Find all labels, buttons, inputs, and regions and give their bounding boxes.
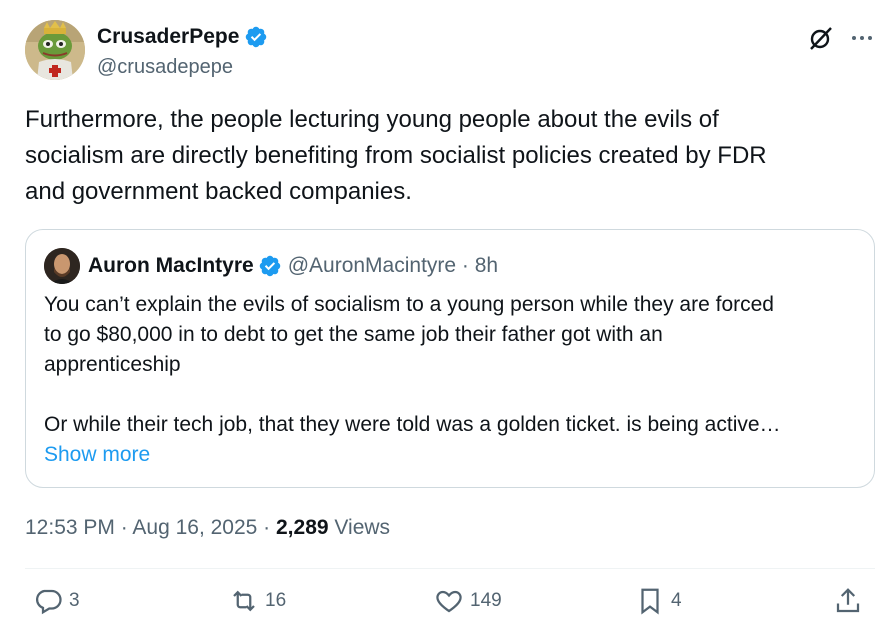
- tweet-timestamp: 12:53 PM · Aug 16, 2025 · 2,289 Views: [25, 514, 390, 542]
- quoted-text-line: Or while their tech job, that they were …: [44, 413, 781, 436]
- reply-button[interactable]: 3: [33, 586, 80, 616]
- quoted-text-line: to go $80,000 in to debt to get the same…: [44, 323, 663, 346]
- share-button[interactable]: [833, 586, 863, 616]
- quoted-tweet-card[interactable]: Auron MacIntyre @AuronMacintyre · 8h You…: [25, 229, 875, 488]
- author-avatar[interactable]: [25, 20, 85, 80]
- verified-badge-icon: [246, 26, 267, 48]
- heart-icon: [436, 590, 462, 613]
- repost-icon: [233, 590, 255, 612]
- divider: [25, 568, 875, 569]
- reply-icon: [36, 589, 62, 615]
- quoted-author-avatar[interactable]: [44, 248, 80, 284]
- tweet-header: CrusaderPepe @crusadepepe: [25, 20, 875, 82]
- tweet-text: Furthermore, the people lecturing young …: [25, 102, 875, 210]
- repost-button[interactable]: 16: [229, 586, 286, 616]
- bookmark-count: 4: [671, 590, 682, 611]
- verified-badge-icon: [259, 255, 280, 277]
- more-icon[interactable]: [849, 25, 875, 51]
- show-more-link[interactable]: Show more: [44, 440, 859, 470]
- reply-count: 3: [69, 590, 80, 611]
- tweet-text-line: and government backed companies.: [25, 178, 412, 205]
- quoted-text-line: You can’t explain the evils of socialism…: [44, 293, 774, 316]
- bookmark-icon: [641, 588, 659, 615]
- quoted-tweet-text: You can’t explain the evils of socialism…: [44, 290, 859, 470]
- action-bar: 3 16 149 4: [25, 586, 875, 626]
- quoted-text-line: apprenticeship: [44, 353, 181, 376]
- quoted-author-name[interactable]: Auron MacIntyre: [88, 254, 254, 278]
- like-button[interactable]: 149: [434, 586, 502, 616]
- like-count: 149: [470, 590, 502, 611]
- author-handle[interactable]: @crusadepepe: [97, 54, 268, 80]
- grok-icon[interactable]: [807, 24, 835, 52]
- quoted-handle-time: @AuronMacintyre · 8h: [287, 254, 499, 277]
- timestamp-text[interactable]: 12:53 PM · Aug 16, 2025 ·: [25, 516, 276, 539]
- views-label: Views: [328, 516, 391, 539]
- views-count: 2,289: [276, 516, 329, 539]
- repost-count: 16: [265, 590, 287, 611]
- bookmark-button[interactable]: 4: [635, 586, 682, 616]
- share-icon: [836, 588, 860, 613]
- author-display-name[interactable]: CrusaderPepe: [97, 24, 239, 50]
- tweet-text-line: Furthermore, the people lecturing young …: [25, 106, 719, 133]
- tweet-text-line: socialism are directly benefiting from s…: [25, 142, 767, 169]
